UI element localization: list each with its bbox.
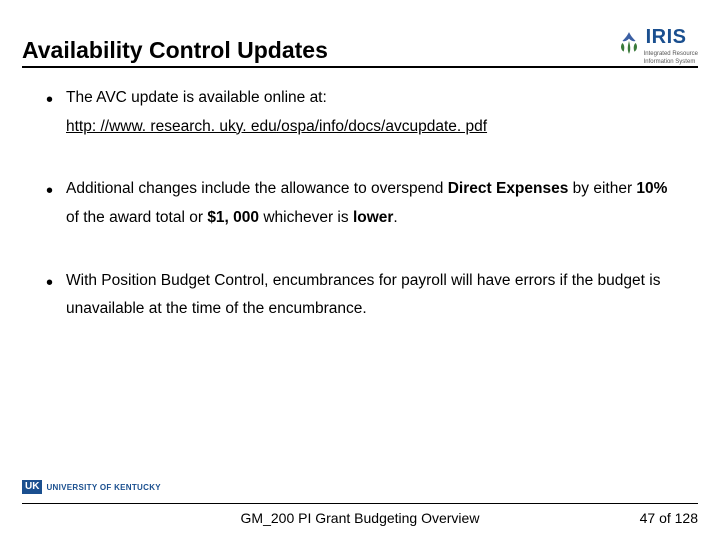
bullet-2-end: . [393,209,397,226]
bullet-2-bold3: $1, 000 [207,209,259,226]
bullet-2-mid1: by either [568,180,636,197]
footer-rule [22,503,698,504]
bullet-2-mid3: whichever is [259,209,353,226]
bullet-2-bold1: Direct Expenses [448,180,569,197]
bullet-2-pre: Additional changes include the allowance… [66,180,448,197]
iris-logo-text: IRIS Integrated Resource Information Sys… [644,26,698,66]
uk-logo-text: UNIVERSITY OF KENTUCKY [46,483,160,492]
page-title: Availability Control Updates [22,37,328,66]
title-underline [22,66,698,68]
iris-logo: IRIS Integrated Resource Information Sys… [616,26,698,66]
avc-update-link[interactable]: http: //www. research. uky. edu/ospa/inf… [66,118,487,135]
iris-flower-icon [616,30,642,61]
iris-logo-name: IRIS [646,26,687,49]
slide: Availability Control Updates IRIS Integr… [0,0,720,540]
footer-center-text: GM_200 PI Grant Budgeting Overview [0,510,720,526]
title-row: Availability Control Updates IRIS Integr… [22,24,698,66]
iris-logo-subline2: Information System [644,59,696,66]
bullet-3: With Position Budget Control, encumbranc… [40,267,680,324]
iris-logo-subline1: Integrated Resource [644,51,698,58]
page-number: 47 of 128 [640,510,698,526]
bullet-1: The AVC update is available online at: h… [40,84,680,141]
bullet-2: Additional changes include the allowance… [40,175,680,232]
slide-body: The AVC update is available online at: h… [40,84,680,324]
bullet-3-text: With Position Budget Control, encumbranc… [66,272,660,318]
bullet-2-bold4: lower [353,209,393,226]
bullet-2-bold2: 10% [636,180,667,197]
bullet-list: The AVC update is available online at: h… [40,84,680,324]
uk-logo: UK UNIVERSITY OF KENTUCKY [22,480,167,494]
bullet-2-mid2: of the award total or [66,209,207,226]
uk-mark-icon: UK [22,480,42,494]
bullet-1-text: The AVC update is available online at: [66,89,327,106]
